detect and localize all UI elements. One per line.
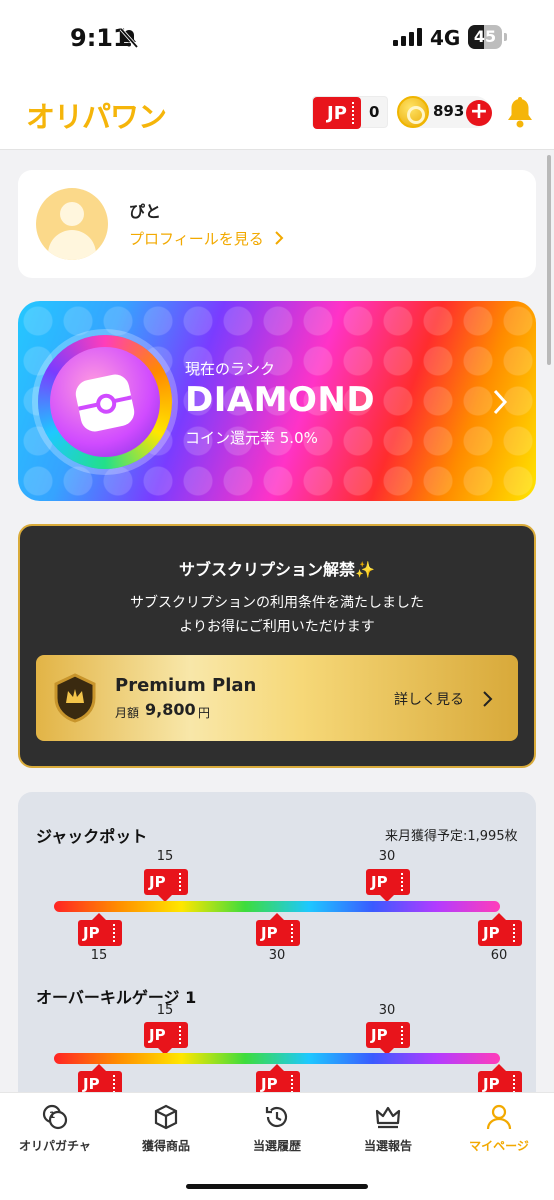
plan-price-label: 月額 (115, 706, 140, 720)
jp-ticket-icon: JP (366, 1022, 410, 1055)
subscription-message: サブスクリプションの利用条件を満たしました (130, 595, 424, 611)
plan-price: 9,800 (145, 700, 196, 719)
coin-count: 893 (433, 102, 465, 120)
bell-icon[interactable] (505, 96, 535, 130)
subscription-title: サブスクリプション解禁✨ (179, 560, 375, 579)
jackpot-next-month: 来月獲得予定:1,995枚 (385, 829, 518, 844)
overkill-top-value: 30 (378, 1003, 396, 1018)
chevron-right-icon (483, 691, 493, 707)
tab-label: 獲得商品 (141, 1139, 190, 1153)
chevron-right-icon (275, 231, 284, 245)
signal-icon (393, 28, 422, 46)
jackpot-gauge (54, 901, 500, 912)
jp-ticket-icon: JP (78, 913, 122, 946)
overkill-top-value: 15 (156, 1003, 174, 1018)
battery-level: 45 (473, 27, 497, 46)
jp-ticket-icon: JP (313, 97, 361, 129)
profile-card[interactable]: ぴと プロフィールを見る (18, 170, 536, 278)
battery-icon: 45 (468, 25, 508, 49)
rank-badge-icon (38, 335, 172, 469)
user-name: ぴと (129, 202, 162, 221)
plan-detail-link[interactable]: 詳しく見る (394, 689, 464, 709)
jackpot-bottom-value: 30 (268, 948, 286, 963)
tab-win-history[interactable]: 当選履歴 (222, 1093, 332, 1163)
scrollbar[interactable] (547, 155, 551, 365)
box-icon (154, 1104, 178, 1130)
jackpot-top-value: 15 (156, 849, 174, 864)
jp-count: 0 (369, 103, 380, 121)
add-coin-button[interactable]: + (466, 100, 492, 126)
tab-label: 当選報告 (363, 1139, 412, 1153)
jp-ticket-icon: JP (478, 913, 522, 946)
gacha-coin-icon: 1 (42, 1104, 68, 1130)
tab-label: マイページ (469, 1139, 529, 1153)
crown-icon (375, 1106, 401, 1129)
network-label: 4G (430, 26, 461, 50)
jp-ticket-icon: JP (366, 869, 410, 902)
tab-win-report[interactable]: 当選報告 (333, 1093, 443, 1163)
profile-link[interactable]: プロフィールを見る (129, 228, 284, 249)
jp-ticket-icon: JP (144, 1022, 188, 1055)
jackpot-bottom-value: 60 (490, 948, 508, 963)
jp-ticket-icon: JP (256, 913, 300, 946)
avatar[interactable] (36, 188, 108, 260)
home-indicator (186, 1184, 368, 1189)
plan-name: Premium Plan (115, 675, 257, 696)
plan-price-unit: 円 (198, 706, 211, 720)
coin-icon (397, 96, 429, 128)
app-logo[interactable]: オリパワン (26, 94, 167, 136)
tab-acquired-items[interactable]: 獲得商品 (111, 1093, 221, 1163)
history-icon (265, 1106, 288, 1128)
shield-crown-icon (54, 673, 96, 723)
overkill-gauge (54, 1053, 500, 1064)
user-icon (486, 1104, 512, 1130)
rank-label: 現在のランク (185, 360, 276, 378)
jp-ticket-icon: JP (144, 869, 188, 902)
jp-balance-chip[interactable]: JP 0 (312, 96, 388, 129)
jackpot-bottom-value: 15 (90, 948, 108, 963)
svg-text:1: 1 (49, 1111, 55, 1121)
jackpot-title: ジャックポット (36, 827, 148, 846)
tab-oripa-gacha[interactable]: 1 オリパガチャ (0, 1093, 110, 1163)
subscription-message-2: よりお得にご利用いただけます (179, 619, 375, 635)
chevron-right-icon[interactable] (492, 388, 508, 416)
tab-label: オリパガチャ (19, 1139, 91, 1153)
tab-label: 当選履歴 (252, 1139, 301, 1153)
status-bar: 9:11 4G 45 (0, 0, 554, 76)
jackpot-top-value: 30 (378, 849, 396, 864)
rank-coin-rate: コイン還元率 5.0% (185, 429, 318, 447)
tab-my-page[interactable]: マイページ (444, 1093, 554, 1163)
profile-link-label: プロフィールを見る (129, 230, 264, 248)
rank-name: DIAMOND (185, 380, 376, 420)
bell-mute-icon (119, 27, 139, 49)
